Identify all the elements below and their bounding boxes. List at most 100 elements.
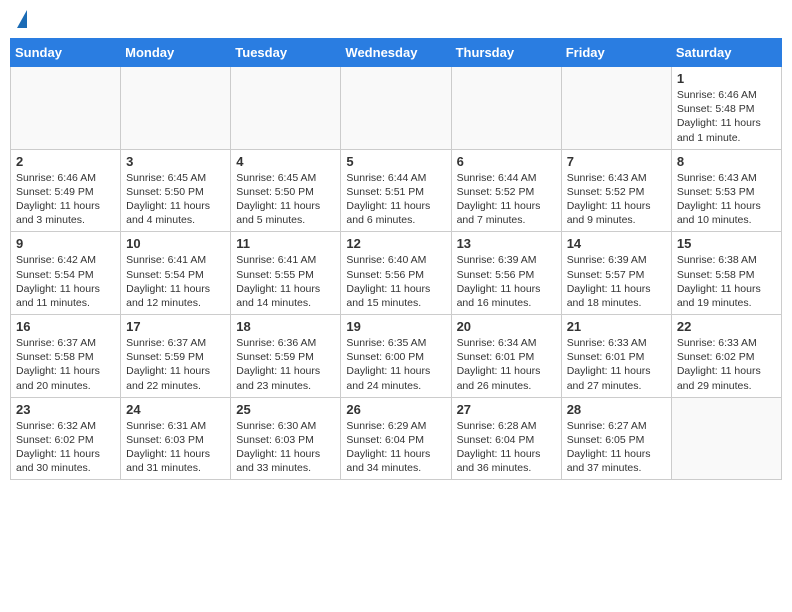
- week-row-5: 23 Sunrise: 6:32 AM Sunset: 6:02 PM Dayli…: [11, 397, 782, 480]
- calendar-cell: 3 Sunrise: 6:45 AM Sunset: 5:50 PM Daylig…: [121, 149, 231, 232]
- day-number: 22: [677, 319, 776, 334]
- day-info: Sunrise: 6:29 AM Sunset: 6:04 PM Dayligh…: [346, 419, 445, 476]
- day-number: 9: [16, 236, 115, 251]
- day-number: 20: [457, 319, 556, 334]
- day-number: 26: [346, 402, 445, 417]
- calendar-cell: 11 Sunrise: 6:41 AM Sunset: 5:55 PM Dayli…: [231, 232, 341, 315]
- day-info: Sunrise: 6:36 AM Sunset: 5:59 PM Dayligh…: [236, 336, 335, 393]
- day-info: Sunrise: 6:40 AM Sunset: 5:56 PM Dayligh…: [346, 253, 445, 310]
- calendar-cell: 1 Sunrise: 6:46 AM Sunset: 5:48 PM Daylig…: [671, 67, 781, 150]
- week-row-3: 9 Sunrise: 6:42 AM Sunset: 5:54 PM Daylig…: [11, 232, 782, 315]
- calendar-cell: 8Sunrise: 6:43 AM Sunset: 5:53 PM Daylig…: [671, 149, 781, 232]
- day-number: 27: [457, 402, 556, 417]
- weekday-monday: Monday: [121, 39, 231, 67]
- calendar-cell: 18 Sunrise: 6:36 AM Sunset: 5:59 PM Dayli…: [231, 315, 341, 398]
- day-info: Sunrise: 6:43 AM Sunset: 5:53 PM Dayligh…: [677, 171, 776, 228]
- calendar-cell: 16 Sunrise: 6:37 AM Sunset: 5:58 PM Dayli…: [11, 315, 121, 398]
- day-info: Sunrise: 6:46 AM Sunset: 5:49 PM Dayligh…: [16, 171, 115, 228]
- day-number: 17: [126, 319, 225, 334]
- logo-triangle-icon: [17, 10, 27, 28]
- day-info: Sunrise: 6:39 AM Sunset: 5:56 PM Dayligh…: [457, 253, 556, 310]
- day-number: 21: [567, 319, 666, 334]
- calendar-cell: 21Sunrise: 6:33 AM Sunset: 6:01 PM Dayli…: [561, 315, 671, 398]
- calendar-cell: 2 Sunrise: 6:46 AM Sunset: 5:49 PM Daylig…: [11, 149, 121, 232]
- calendar-cell: 7 Sunrise: 6:43 AM Sunset: 5:52 PM Daylig…: [561, 149, 671, 232]
- day-number: 19: [346, 319, 445, 334]
- day-number: 3: [126, 154, 225, 169]
- day-info: Sunrise: 6:39 AM Sunset: 5:57 PM Dayligh…: [567, 253, 666, 310]
- calendar-cell: 15 Sunrise: 6:38 AM Sunset: 5:58 PM Dayli…: [671, 232, 781, 315]
- calendar-cell: 6 Sunrise: 6:44 AM Sunset: 5:52 PM Daylig…: [451, 149, 561, 232]
- day-info: Sunrise: 6:37 AM Sunset: 5:58 PM Dayligh…: [16, 336, 115, 393]
- weekday-tuesday: Tuesday: [231, 39, 341, 67]
- day-info: Sunrise: 6:44 AM Sunset: 5:51 PM Dayligh…: [346, 171, 445, 228]
- day-info: Sunrise: 6:44 AM Sunset: 5:52 PM Dayligh…: [457, 171, 556, 228]
- day-number: 23: [16, 402, 115, 417]
- calendar-cell: 26 Sunrise: 6:29 AM Sunset: 6:04 PM Dayli…: [341, 397, 451, 480]
- calendar-cell: 23 Sunrise: 6:32 AM Sunset: 6:02 PM Dayli…: [11, 397, 121, 480]
- week-row-1: 1 Sunrise: 6:46 AM Sunset: 5:48 PM Daylig…: [11, 67, 782, 150]
- day-number: 5: [346, 154, 445, 169]
- day-number: 4: [236, 154, 335, 169]
- weekday-sunday: Sunday: [11, 39, 121, 67]
- day-number: 28: [567, 402, 666, 417]
- day-info: Sunrise: 6:45 AM Sunset: 5:50 PM Dayligh…: [126, 171, 225, 228]
- day-number: 6: [457, 154, 556, 169]
- day-number: 10: [126, 236, 225, 251]
- day-number: 11: [236, 236, 335, 251]
- day-number: 14: [567, 236, 666, 251]
- weekday-saturday: Saturday: [671, 39, 781, 67]
- calendar-cell: [11, 67, 121, 150]
- calendar-cell: 17 Sunrise: 6:37 AM Sunset: 5:59 PM Dayli…: [121, 315, 231, 398]
- calendar-cell: 10 Sunrise: 6:41 AM Sunset: 5:54 PM Dayli…: [121, 232, 231, 315]
- day-info: Sunrise: 6:45 AM Sunset: 5:50 PM Dayligh…: [236, 171, 335, 228]
- day-number: 25: [236, 402, 335, 417]
- calendar-cell: 14 Sunrise: 6:39 AM Sunset: 5:57 PM Dayli…: [561, 232, 671, 315]
- day-number: 18: [236, 319, 335, 334]
- calendar-table: SundayMondayTuesdayWednesdayThursdayFrid…: [10, 38, 782, 480]
- weekday-wednesday: Wednesday: [341, 39, 451, 67]
- day-info: Sunrise: 6:46 AM Sunset: 5:48 PM Dayligh…: [677, 88, 776, 145]
- calendar-cell: 22 Sunrise: 6:33 AM Sunset: 6:02 PM Dayli…: [671, 315, 781, 398]
- calendar-cell: [121, 67, 231, 150]
- day-info: Sunrise: 6:27 AM Sunset: 6:05 PM Dayligh…: [567, 419, 666, 476]
- calendar-cell: 12Sunrise: 6:40 AM Sunset: 5:56 PM Dayli…: [341, 232, 451, 315]
- calendar-cell: 28 Sunrise: 6:27 AM Sunset: 6:05 PM Dayli…: [561, 397, 671, 480]
- calendar-cell: 5 Sunrise: 6:44 AM Sunset: 5:51 PM Daylig…: [341, 149, 451, 232]
- calendar-cell: 24Sunrise: 6:31 AM Sunset: 6:03 PM Dayli…: [121, 397, 231, 480]
- day-info: Sunrise: 6:34 AM Sunset: 6:01 PM Dayligh…: [457, 336, 556, 393]
- weekday-header-row: SundayMondayTuesdayWednesdayThursdayFrid…: [11, 39, 782, 67]
- calendar-cell: [341, 67, 451, 150]
- week-row-2: 2 Sunrise: 6:46 AM Sunset: 5:49 PM Daylig…: [11, 149, 782, 232]
- day-info: Sunrise: 6:28 AM Sunset: 6:04 PM Dayligh…: [457, 419, 556, 476]
- calendar-cell: [671, 397, 781, 480]
- day-number: 15: [677, 236, 776, 251]
- day-number: 24: [126, 402, 225, 417]
- calendar-cell: 25 Sunrise: 6:30 AM Sunset: 6:03 PM Dayli…: [231, 397, 341, 480]
- day-info: Sunrise: 6:35 AM Sunset: 6:00 PM Dayligh…: [346, 336, 445, 393]
- day-info: Sunrise: 6:41 AM Sunset: 5:55 PM Dayligh…: [236, 253, 335, 310]
- logo: [14, 10, 27, 30]
- day-number: 7: [567, 154, 666, 169]
- day-info: Sunrise: 6:42 AM Sunset: 5:54 PM Dayligh…: [16, 253, 115, 310]
- calendar-cell: 27 Sunrise: 6:28 AM Sunset: 6:04 PM Dayli…: [451, 397, 561, 480]
- calendar-cell: 13 Sunrise: 6:39 AM Sunset: 5:56 PM Dayli…: [451, 232, 561, 315]
- day-number: 16: [16, 319, 115, 334]
- day-info: Sunrise: 6:37 AM Sunset: 5:59 PM Dayligh…: [126, 336, 225, 393]
- day-info: Sunrise: 6:33 AM Sunset: 6:02 PM Dayligh…: [677, 336, 776, 393]
- day-info: Sunrise: 6:38 AM Sunset: 5:58 PM Dayligh…: [677, 253, 776, 310]
- calendar-cell: 9 Sunrise: 6:42 AM Sunset: 5:54 PM Daylig…: [11, 232, 121, 315]
- day-number: 13: [457, 236, 556, 251]
- calendar-cell: [451, 67, 561, 150]
- day-info: Sunrise: 6:30 AM Sunset: 6:03 PM Dayligh…: [236, 419, 335, 476]
- calendar-cell: 20 Sunrise: 6:34 AM Sunset: 6:01 PM Dayli…: [451, 315, 561, 398]
- day-info: Sunrise: 6:41 AM Sunset: 5:54 PM Dayligh…: [126, 253, 225, 310]
- day-info: Sunrise: 6:43 AM Sunset: 5:52 PM Dayligh…: [567, 171, 666, 228]
- day-number: 1: [677, 71, 776, 86]
- calendar-cell: [561, 67, 671, 150]
- day-number: 2: [16, 154, 115, 169]
- page-header: [10, 10, 782, 30]
- calendar-cell: 4 Sunrise: 6:45 AM Sunset: 5:50 PM Daylig…: [231, 149, 341, 232]
- weekday-friday: Friday: [561, 39, 671, 67]
- day-info: Sunrise: 6:32 AM Sunset: 6:02 PM Dayligh…: [16, 419, 115, 476]
